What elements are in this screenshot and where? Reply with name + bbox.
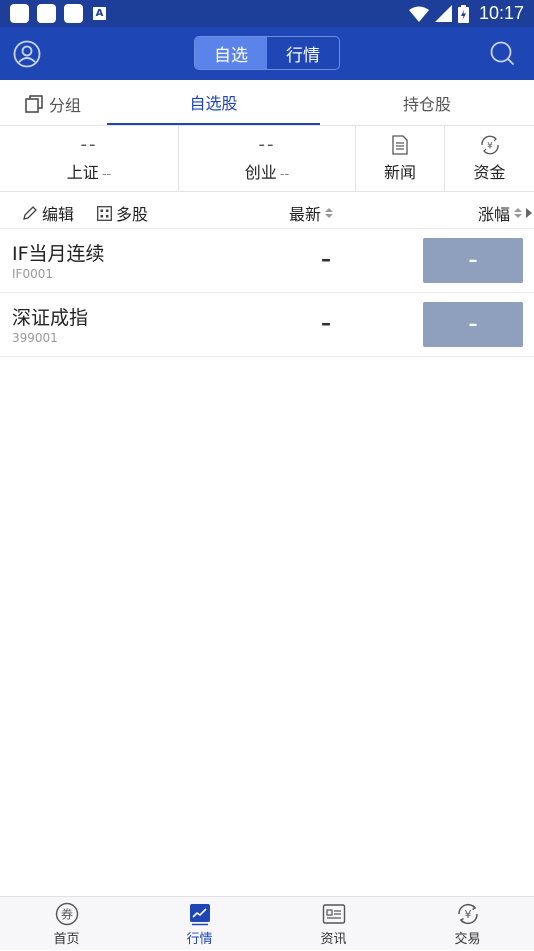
sort-change-button[interactable]: 涨幅 (478, 201, 533, 225)
stock-last-price: – (321, 247, 331, 271)
user-icon[interactable] (13, 40, 41, 68)
watchlist-tabs: 分组 自选股 持仓股 (0, 80, 534, 126)
edit-label: 编辑 (42, 205, 75, 224)
edit-button[interactable]: 编辑 (22, 201, 74, 225)
tab-favorite-stocks[interactable]: 自选股 (107, 80, 320, 126)
index-change: -- (101, 166, 112, 182)
stock-name: 深证成指 (12, 307, 89, 329)
multi-label: 多股 (116, 205, 149, 224)
stock-last-price: – (321, 311, 331, 335)
news-icon (392, 134, 408, 155)
stock-row[interactable]: 深证成指 399001 – – (0, 293, 534, 357)
stock-code: 399001 (12, 331, 58, 345)
stock-name: IF当月连续 (12, 243, 105, 265)
stock-code: IF0001 (12, 267, 53, 281)
status-bar: A 10:17 (0, 0, 534, 27)
sort-latest-button[interactable]: 最新 (289, 201, 334, 225)
nav-label: 行情 (186, 931, 213, 947)
svg-text:¥: ¥ (487, 141, 493, 151)
bottom-nav: 券 首页 行情 资讯 ¥ 交易 (0, 896, 534, 950)
notification-icon (37, 4, 56, 23)
nav-trade[interactable]: ¥ 交易 (401, 897, 534, 951)
change-label: 涨幅 (478, 205, 511, 224)
app-header: 自选 行情 (0, 27, 534, 80)
svg-text:券: 券 (60, 906, 72, 921)
index-name: 创业 (244, 162, 277, 182)
notification-badge: A (93, 7, 106, 20)
svg-text:¥: ¥ (464, 908, 471, 921)
index-value: -- (258, 133, 276, 155)
segment-market[interactable]: 行情 (267, 37, 339, 69)
fund-label: 资金 (473, 162, 506, 182)
fund-button[interactable]: ¥ 资金 (445, 126, 534, 191)
nav-news[interactable]: 资讯 (267, 897, 400, 951)
nav-market[interactable]: 行情 (133, 897, 266, 951)
cellular-signal-icon (434, 5, 452, 22)
pencil-icon (23, 206, 37, 220)
market-chart-icon (189, 903, 210, 925)
nav-label: 首页 (53, 931, 80, 947)
stock-row[interactable]: IF当月连续 IF0001 – – (0, 229, 534, 293)
sort-icon (325, 208, 334, 218)
news-button[interactable]: 新闻 (356, 126, 444, 191)
segment-watchlist[interactable]: 自选 (195, 37, 267, 69)
news-label: 新闻 (383, 162, 416, 182)
tab-holding-stocks[interactable]: 持仓股 (340, 80, 514, 126)
index-chinext[interactable]: -- 创业 -- (179, 126, 355, 191)
column-header: 编辑 多股 最新 涨幅 (0, 192, 534, 229)
news-card-icon (322, 903, 345, 924)
notification-icon (10, 4, 29, 23)
index-change: -- (279, 166, 290, 182)
notification-icon (64, 4, 83, 23)
index-bar: -- 上证 -- -- 创业 -- 新闻 ¥ 资金 (0, 126, 534, 192)
view-segment-control: 自选 行情 (194, 36, 340, 70)
stock-change-badge[interactable]: – (423, 302, 523, 347)
nav-label: 资讯 (320, 931, 347, 947)
caret-right-icon[interactable] (525, 207, 533, 219)
multi-stock-button[interactable]: 多股 (97, 201, 148, 225)
group-button[interactable]: 分组 (25, 92, 81, 116)
nav-home[interactable]: 券 首页 (0, 897, 133, 951)
clock: 10:17 (478, 3, 524, 23)
nav-label: 交易 (454, 931, 481, 947)
index-value: -- (80, 133, 98, 155)
battery-icon (457, 4, 469, 23)
fund-icon: ¥ (480, 135, 499, 154)
index-shanghai[interactable]: -- 上证 -- (0, 126, 178, 191)
group-label: 分组 (49, 96, 82, 115)
yuan-exchange-icon: ¥ (457, 903, 478, 924)
coupon-icon: 券 (55, 902, 78, 925)
copy-icon (25, 95, 43, 113)
latest-label: 最新 (289, 205, 322, 224)
index-name: 上证 (66, 162, 99, 182)
search-icon[interactable] (489, 40, 516, 67)
wifi-icon (408, 6, 429, 22)
stock-change-badge[interactable]: – (423, 238, 523, 283)
sort-icon (514, 208, 523, 218)
grid-icon (97, 205, 112, 221)
